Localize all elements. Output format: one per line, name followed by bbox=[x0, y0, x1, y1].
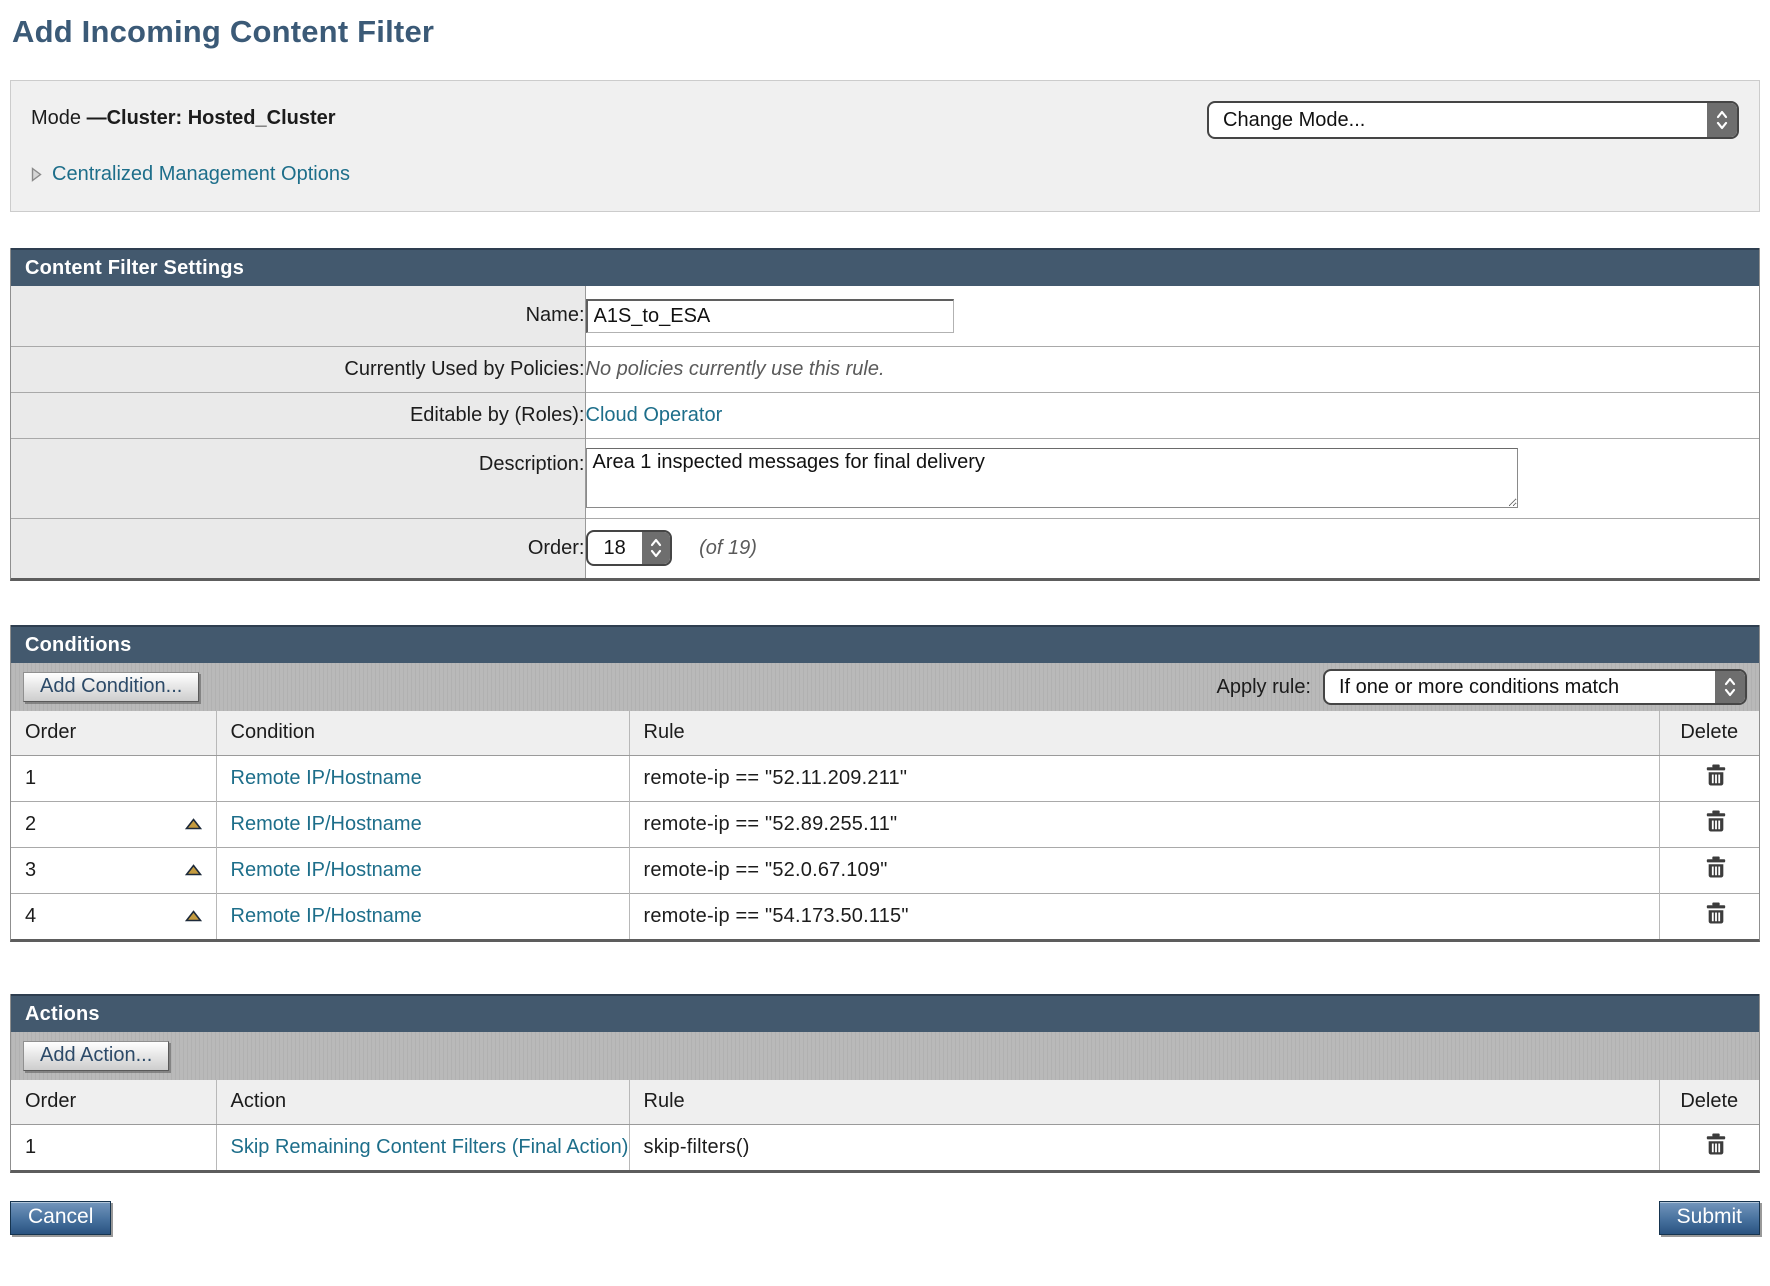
submit-button[interactable]: Submit bbox=[1659, 1201, 1760, 1235]
cloud-operator-link[interactable]: Cloud Operator bbox=[586, 404, 723, 426]
actions-section: Actions Add Action... Order Action Rule … bbox=[10, 994, 1760, 1173]
trash-icon[interactable] bbox=[1705, 809, 1727, 833]
conditions-col-condition: Condition bbox=[216, 711, 629, 755]
apply-rule-label: Apply rule: bbox=[1217, 676, 1312, 699]
updown-chevrons-icon bbox=[1715, 671, 1745, 703]
apply-rule-select[interactable]: If one or more conditions match bbox=[1323, 669, 1747, 705]
updown-chevrons-icon bbox=[642, 532, 670, 564]
conditions-table: Order Condition Rule Delete 1 Remote IP/… bbox=[11, 711, 1759, 939]
condition-rule: remote-ip == "54.173.50.115" bbox=[644, 905, 909, 927]
condition-row: 4 Remote IP/Hostname remote-ip == "54.17… bbox=[11, 893, 1759, 939]
condition-order: 3 bbox=[25, 859, 36, 882]
name-input[interactable] bbox=[586, 299, 954, 333]
mode-value: —Cluster: Hosted_Cluster bbox=[87, 107, 336, 129]
mode-text: Mode —Cluster: Hosted_Cluster bbox=[31, 101, 336, 130]
settings-section-header: Content Filter Settings bbox=[11, 248, 1759, 286]
add-action-button[interactable]: Add Action... bbox=[23, 1041, 169, 1071]
conditions-toolbar: Add Condition... Apply rule: If one or m… bbox=[11, 663, 1759, 711]
updown-chevrons-icon bbox=[1707, 103, 1737, 137]
order-select[interactable]: 18 bbox=[586, 530, 672, 566]
settings-row-description: Description: Area 1 inspected messages f… bbox=[11, 438, 1759, 518]
page-title: Add Incoming Content Filter bbox=[12, 14, 1760, 50]
settings-row-order: Order: 18 (of 19) bbox=[11, 518, 1759, 578]
condition-rule: remote-ip == "52.0.67.109" bbox=[644, 859, 888, 881]
condition-order: 4 bbox=[25, 905, 36, 928]
description-textarea[interactable]: Area 1 inspected messages for final deli… bbox=[586, 448, 1518, 508]
change-mode-select[interactable]: Change Mode... bbox=[1207, 101, 1739, 139]
condition-rule: remote-ip == "52.11.209.211" bbox=[644, 767, 908, 789]
centralized-management-options-link[interactable]: Centralized Management Options bbox=[52, 163, 350, 186]
condition-link[interactable]: Remote IP/Hostname bbox=[231, 813, 422, 835]
actions-col-rule: Rule bbox=[629, 1080, 1659, 1124]
move-up-triangle-icon[interactable] bbox=[185, 864, 202, 876]
description-label: Description: bbox=[11, 438, 585, 518]
mode-label: Mode bbox=[31, 107, 87, 129]
conditions-col-order: Order bbox=[11, 711, 216, 755]
roles-label: Editable by (Roles): bbox=[11, 392, 585, 438]
action-link[interactable]: Skip Remaining Content Filters (Final Ac… bbox=[231, 1136, 629, 1158]
actions-col-order: Order bbox=[11, 1080, 216, 1124]
settings-row-policies: Currently Used by Policies: No policies … bbox=[11, 346, 1759, 392]
condition-link[interactable]: Remote IP/Hostname bbox=[231, 859, 422, 881]
add-condition-button[interactable]: Add Condition... bbox=[23, 672, 199, 702]
policies-value: No policies currently use this rule. bbox=[586, 358, 885, 380]
order-select-value: 18 bbox=[588, 532, 642, 564]
action-order: 1 bbox=[25, 1136, 36, 1159]
condition-row: 1 Remote IP/Hostname remote-ip == "52.11… bbox=[11, 755, 1759, 801]
condition-order: 2 bbox=[25, 813, 36, 836]
order-label: Order: bbox=[11, 518, 585, 578]
conditions-col-delete: Delete bbox=[1659, 711, 1759, 755]
settings-row-roles: Editable by (Roles): Cloud Operator bbox=[11, 392, 1759, 438]
trash-icon[interactable] bbox=[1705, 901, 1727, 925]
action-rule: skip-filters() bbox=[644, 1136, 750, 1158]
move-up-triangle-icon[interactable] bbox=[185, 818, 202, 830]
actions-col-action: Action bbox=[216, 1080, 629, 1124]
content-filter-settings-section: Content Filter Settings Name: Currently … bbox=[10, 248, 1760, 581]
condition-row: 3 Remote IP/Hostname remote-ip == "52.0.… bbox=[11, 847, 1759, 893]
actions-section-header: Actions bbox=[11, 994, 1759, 1032]
mode-panel: Mode —Cluster: Hosted_Cluster Change Mod… bbox=[10, 80, 1760, 212]
conditions-col-rule: Rule bbox=[629, 711, 1659, 755]
apply-rule-select-value: If one or more conditions match bbox=[1325, 671, 1715, 703]
name-label: Name: bbox=[11, 286, 585, 346]
conditions-section: Conditions Add Condition... Apply rule: … bbox=[10, 625, 1760, 942]
trash-icon[interactable] bbox=[1705, 763, 1727, 787]
order-total: (of 19) bbox=[699, 537, 757, 559]
settings-table: Name: Currently Used by Policies: No pol… bbox=[11, 286, 1759, 578]
condition-link[interactable]: Remote IP/Hostname bbox=[231, 905, 422, 927]
triangle-right-icon bbox=[31, 167, 42, 182]
cancel-button[interactable]: Cancel bbox=[10, 1201, 111, 1235]
actions-table: Order Action Rule Delete 1 Skip Remainin… bbox=[11, 1080, 1759, 1170]
condition-link[interactable]: Remote IP/Hostname bbox=[231, 767, 422, 789]
condition-row: 2 Remote IP/Hostname remote-ip == "52.89… bbox=[11, 801, 1759, 847]
page: Add Incoming Content Filter Mode —Cluste… bbox=[0, 0, 1770, 1245]
change-mode-select-value: Change Mode... bbox=[1209, 103, 1707, 137]
trash-icon[interactable] bbox=[1705, 855, 1727, 879]
move-up-triangle-icon[interactable] bbox=[185, 910, 202, 922]
action-row: 1 Skip Remaining Content Filters (Final … bbox=[11, 1124, 1759, 1170]
policies-label: Currently Used by Policies: bbox=[11, 346, 585, 392]
footer: Cancel Submit bbox=[10, 1201, 1760, 1245]
trash-icon[interactable] bbox=[1705, 1132, 1727, 1156]
condition-order: 1 bbox=[25, 767, 36, 790]
conditions-section-header: Conditions bbox=[11, 625, 1759, 663]
actions-toolbar: Add Action... bbox=[11, 1032, 1759, 1080]
actions-col-delete: Delete bbox=[1659, 1080, 1759, 1124]
settings-row-name: Name: bbox=[11, 286, 1759, 346]
condition-rule: remote-ip == "52.89.255.11" bbox=[644, 813, 898, 835]
